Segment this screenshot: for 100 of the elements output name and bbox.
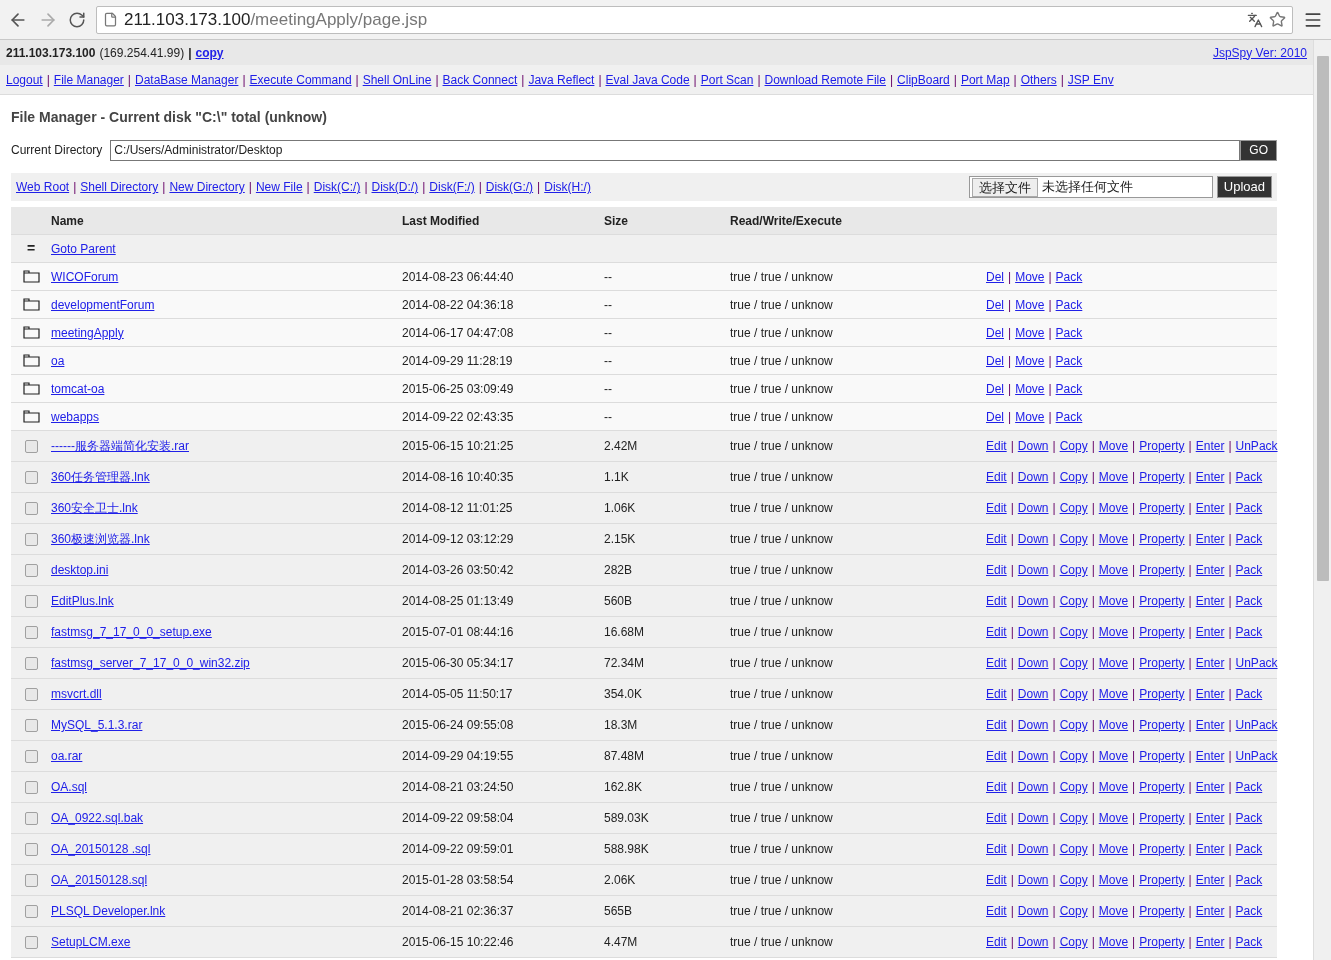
nav-link[interactable]: ClipBoard [897,70,950,89]
action-link[interactable]: Down [1017,592,1049,610]
action-link[interactable]: Enter [1195,809,1225,827]
translate-icon[interactable] [1247,11,1263,28]
action-link[interactable]: Edit [986,902,1007,920]
action-link[interactable]: Move [1098,685,1129,703]
action-link[interactable]: Edit [986,437,1007,455]
action-link[interactable]: Property [1139,468,1185,486]
action-link[interactable]: Edit [986,809,1007,827]
action-link[interactable]: Move [1015,351,1045,370]
file-link[interactable]: MySQL_5.1.3.rar [51,718,143,732]
action-link[interactable]: Copy [1059,840,1088,858]
action-link[interactable]: Property [1139,561,1185,579]
action-link[interactable]: Property [1139,716,1185,734]
action-link[interactable]: Edit [986,592,1007,610]
nav-link[interactable]: Java Reflect [528,70,595,89]
action-link[interactable]: Copy [1059,530,1088,548]
action-link[interactable]: Move [1098,592,1129,610]
action-link[interactable]: Edit [986,685,1007,703]
action-link[interactable]: Down [1017,747,1049,765]
nav-link[interactable]: Shell OnLine [362,70,432,89]
action-link[interactable]: Enter [1195,840,1225,858]
file-link[interactable]: fastmsg_server_7_17_0_0_win32.zip [51,656,250,670]
action-link[interactable]: Enter [1195,561,1225,579]
action-link[interactable]: Copy [1059,437,1088,455]
action-link[interactable]: Copy [1059,468,1088,486]
file-input[interactable]: 选择文件 未选择任何文件 [968,176,1213,198]
quick-link[interactable]: Web Root [16,178,70,196]
action-link[interactable]: Edit [986,840,1007,858]
address-bar[interactable]: 211.103.173.100/meetingApply/page.jsp [96,5,1293,34]
action-link[interactable]: Edit [986,933,1007,951]
action-link[interactable]: Edit [986,778,1007,796]
action-link[interactable]: Move [1098,437,1129,455]
quick-link[interactable]: Disk(C:/) [313,178,361,196]
action-link[interactable]: Property [1139,902,1185,920]
file-link[interactable]: EditPlus.lnk [51,594,114,608]
file-link[interactable]: 360极速浏览器.lnk [51,532,150,546]
action-link[interactable]: Pack [1235,902,1263,920]
action-link[interactable]: Down [1017,902,1049,920]
nav-link[interactable]: Execute Command [249,70,352,89]
action-link[interactable]: Move [1098,902,1129,920]
action-link[interactable]: Pack [1235,840,1263,858]
checkbox[interactable] [24,594,38,608]
action-link[interactable]: Property [1139,530,1185,548]
action-link[interactable]: Property [1139,685,1185,703]
action-link[interactable]: Copy [1059,654,1088,672]
action-link[interactable]: Property [1139,592,1185,610]
checkbox[interactable] [24,873,38,887]
nav-link[interactable]: Others [1020,70,1057,89]
action-link[interactable]: Copy [1059,902,1088,920]
action-link[interactable]: Down [1017,561,1049,579]
checkbox[interactable] [24,718,38,732]
action-link[interactable]: Pack [1235,623,1263,641]
action-link[interactable]: Down [1017,499,1049,517]
action-link[interactable]: Del [986,407,1004,426]
action-link[interactable]: Down [1017,437,1049,455]
folder-link[interactable]: meetingApply [51,325,124,340]
action-link[interactable]: Edit [986,654,1007,672]
action-link[interactable]: Pack [1235,530,1263,548]
file-link[interactable]: oa.rar [51,749,83,763]
action-link[interactable]: Del [986,267,1004,286]
action-link[interactable]: UnPack [1235,747,1278,765]
action-link[interactable]: Down [1017,871,1049,889]
nav-link[interactable]: Download Remote File [764,70,886,89]
action-link[interactable]: Down [1017,623,1049,641]
file-link[interactable]: 360安全卫士.lnk [51,501,138,515]
action-link[interactable]: Property [1139,623,1185,641]
nav-link[interactable]: Port Scan [700,70,754,89]
action-link[interactable]: Property [1139,778,1185,796]
action-link[interactable]: Copy [1059,747,1088,765]
folder-link[interactable]: oa [51,353,65,368]
action-link[interactable]: Edit [986,468,1007,486]
quick-link[interactable]: Disk(G:/) [485,178,534,196]
checkbox[interactable] [24,563,38,577]
action-link[interactable]: Down [1017,840,1049,858]
checkbox[interactable] [24,656,38,670]
action-link[interactable]: Copy [1059,623,1088,641]
action-link[interactable]: Edit [986,561,1007,579]
file-link[interactable]: OA_20150128.sql [51,873,148,887]
action-link[interactable]: Down [1017,716,1049,734]
action-link[interactable]: Pack [1055,295,1083,314]
action-link[interactable]: Pack [1055,323,1083,342]
nav-link[interactable]: File Manager [53,70,124,89]
action-link[interactable]: Move [1098,933,1129,951]
action-link[interactable]: Move [1098,623,1129,641]
action-link[interactable]: UnPack [1235,654,1278,672]
action-link[interactable]: Pack [1055,267,1083,286]
action-link[interactable]: Copy [1059,716,1088,734]
action-link[interactable]: Property [1139,809,1185,827]
action-link[interactable]: Move [1098,809,1129,827]
reload-icon[interactable] [68,10,86,29]
action-link[interactable]: Copy [1059,933,1088,951]
action-link[interactable]: Pack [1235,809,1263,827]
file-link[interactable]: OA_0922.sql.bak [51,811,144,825]
action-link[interactable]: Enter [1195,747,1225,765]
file-link[interactable]: SetupLCM.exe [51,935,131,949]
version-link[interactable]: JspSpy Ver: 2010 [1212,43,1307,62]
action-link[interactable]: Property [1139,933,1185,951]
action-link[interactable]: Pack [1235,778,1263,796]
action-link[interactable]: Enter [1195,685,1225,703]
